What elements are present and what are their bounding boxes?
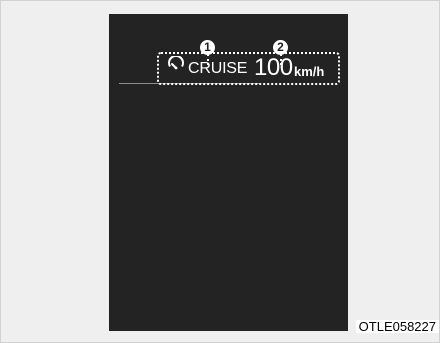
callout-2-leader (280, 54, 282, 65)
cruise-control-speedometer-icon (168, 56, 184, 70)
illustration-frame: CRUISE 100 km/h 1 2 OTLE058227 (0, 0, 440, 343)
callout-1: 1 (200, 40, 215, 55)
image-code: OTLE058227 (355, 320, 439, 333)
set-speed-value: 100 (254, 54, 293, 81)
cruise-label: CRUISE (188, 60, 248, 77)
callout-2: 2 (273, 40, 288, 55)
speed-unit: km/h (294, 64, 325, 79)
cluster-display: CRUISE 100 km/h 1 2 (109, 14, 348, 331)
callout-1-leader (207, 54, 209, 65)
